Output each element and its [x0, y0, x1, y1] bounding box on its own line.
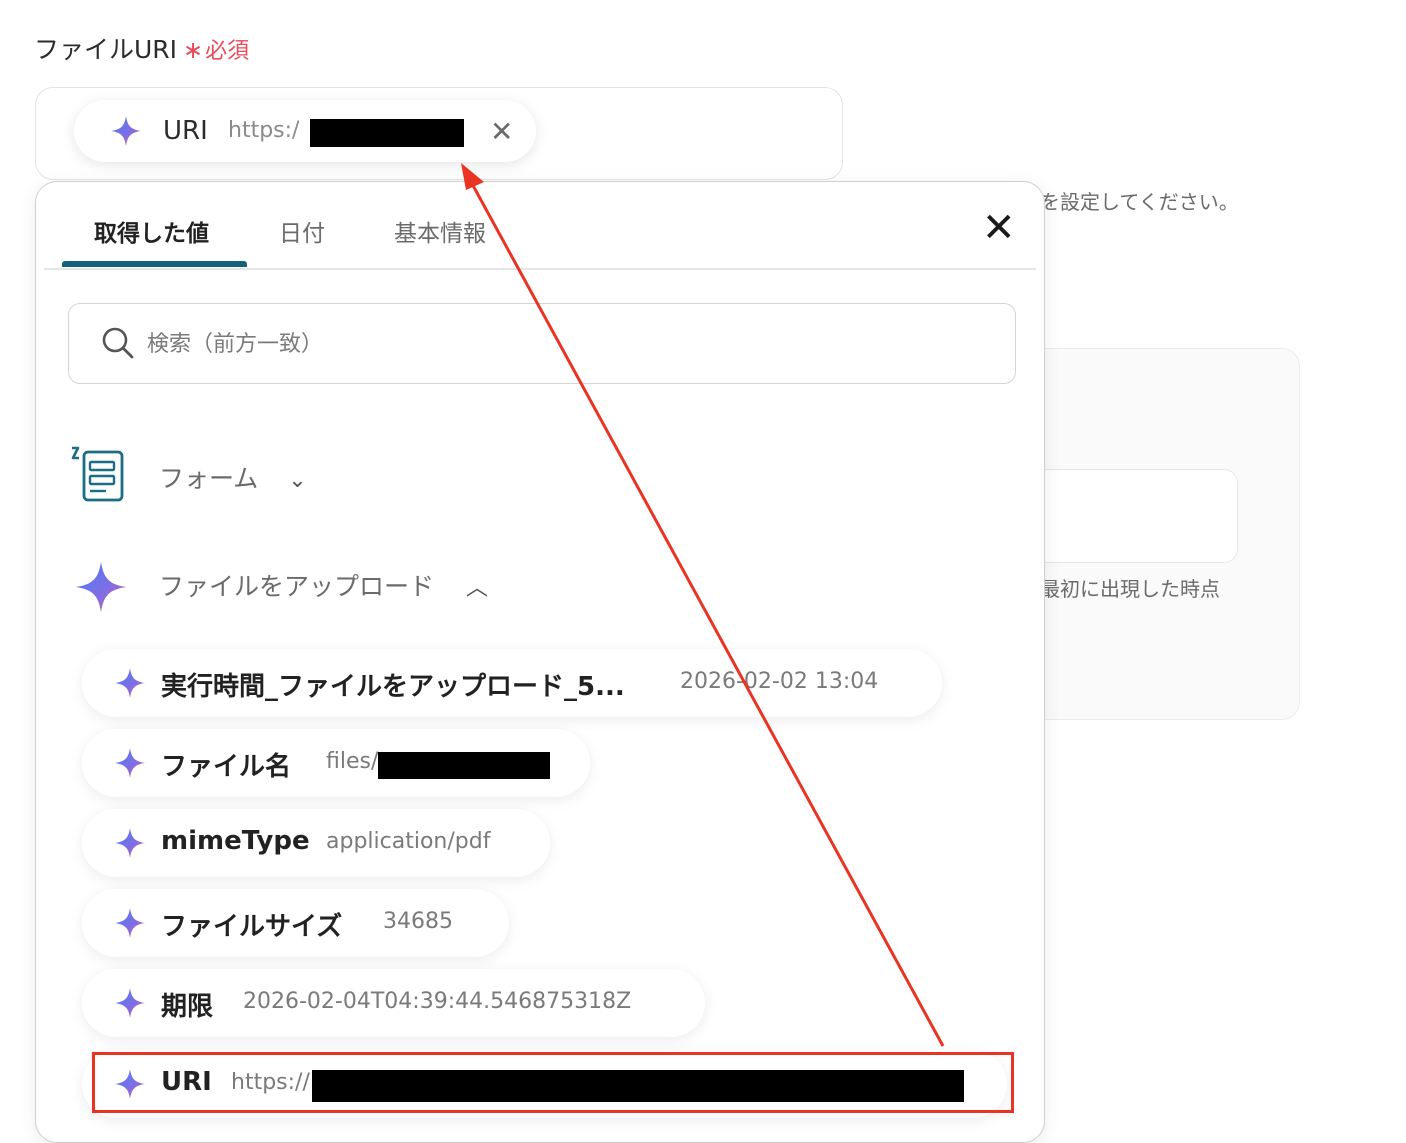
form-icon[interactable] — [70, 444, 126, 504]
close-icon[interactable]: ✕ — [490, 115, 513, 148]
selected-uri-chip[interactable]: URI https:/ ✕ — [74, 100, 536, 162]
redacted-block — [378, 752, 550, 779]
item-value: application/pdf — [326, 829, 491, 854]
item-label: mimeType — [161, 826, 310, 856]
group-file-upload-label: ファイルをアップロード — [159, 572, 435, 601]
item-value: 2026-02-02 13:04 — [680, 669, 879, 694]
list-item[interactable]: 実行時間_ファイルをアップロード_5... 2026-02-02 13:04 — [82, 649, 942, 717]
tab-acquired-values[interactable]: 取得した値 — [94, 214, 209, 248]
item-value: 2026-02-04T04:39:44.546875318Z — [243, 989, 632, 1014]
sparkle-icon — [75, 561, 127, 613]
item-label: 実行時間_ファイルをアップロード_5... — [161, 672, 625, 702]
annotation-highlight-box — [92, 1052, 1014, 1113]
tab-date[interactable]: 日付 — [279, 214, 325, 248]
search-input[interactable] — [145, 304, 989, 385]
tab-basic-info[interactable]: 基本情報 — [394, 214, 486, 248]
chip-label: URI — [163, 116, 208, 146]
background-hint-text: を設定してください。 — [1040, 190, 1239, 214]
chevron-up-icon: ︿ — [465, 576, 488, 601]
close-icon[interactable]: ✕ — [982, 208, 1016, 248]
search-box — [68, 303, 1016, 385]
group-file-upload[interactable]: ファイルをアップロード ︿ — [159, 567, 488, 603]
item-label: 期限 — [161, 992, 214, 1022]
sparkle-icon — [115, 988, 145, 1018]
sparkle-icon — [115, 668, 145, 698]
list-item[interactable]: 期限 2026-02-04T04:39:44.546875318Z — [82, 969, 705, 1037]
required-star: ∗ — [183, 36, 204, 64]
redacted-block — [310, 119, 464, 147]
chevron-down-icon: ⌄ — [288, 468, 307, 493]
group-form-label: フォーム — [159, 464, 259, 493]
background-hint-text-2: 最初に出現した時点 — [1040, 577, 1220, 601]
item-value: 34685 — [383, 909, 453, 934]
active-tab-indicator — [62, 261, 247, 267]
item-label: ファイル名 — [161, 752, 292, 782]
item-value: files/ — [326, 749, 379, 774]
sparkle-icon — [115, 908, 145, 938]
list-item[interactable]: mimeType application/pdf — [82, 809, 550, 877]
group-form[interactable]: フォーム ⌄ — [159, 459, 307, 495]
sparkle-icon — [115, 748, 145, 778]
background-input — [1020, 469, 1238, 563]
list-item[interactable]: ファイルサイズ 34685 — [82, 889, 509, 957]
list-item[interactable]: ファイル名 files/ — [82, 729, 590, 797]
value-picker-popup: 取得した値 日付 基本情報 ✕ フォーム ⌄ ファイルをアップロード ︿ 実行時… — [35, 181, 1045, 1143]
search-icon — [102, 327, 134, 359]
required-text: 必須 — [205, 39, 250, 64]
field-label-text: ファイルURI — [34, 35, 178, 64]
item-label: ファイルサイズ — [161, 912, 343, 942]
field-label: ファイルURI ∗必須 — [34, 30, 249, 66]
sparkle-icon — [111, 116, 141, 146]
chip-value: https:/ — [228, 118, 300, 143]
sparkle-icon — [115, 828, 145, 858]
tab-divider — [44, 268, 1036, 270]
